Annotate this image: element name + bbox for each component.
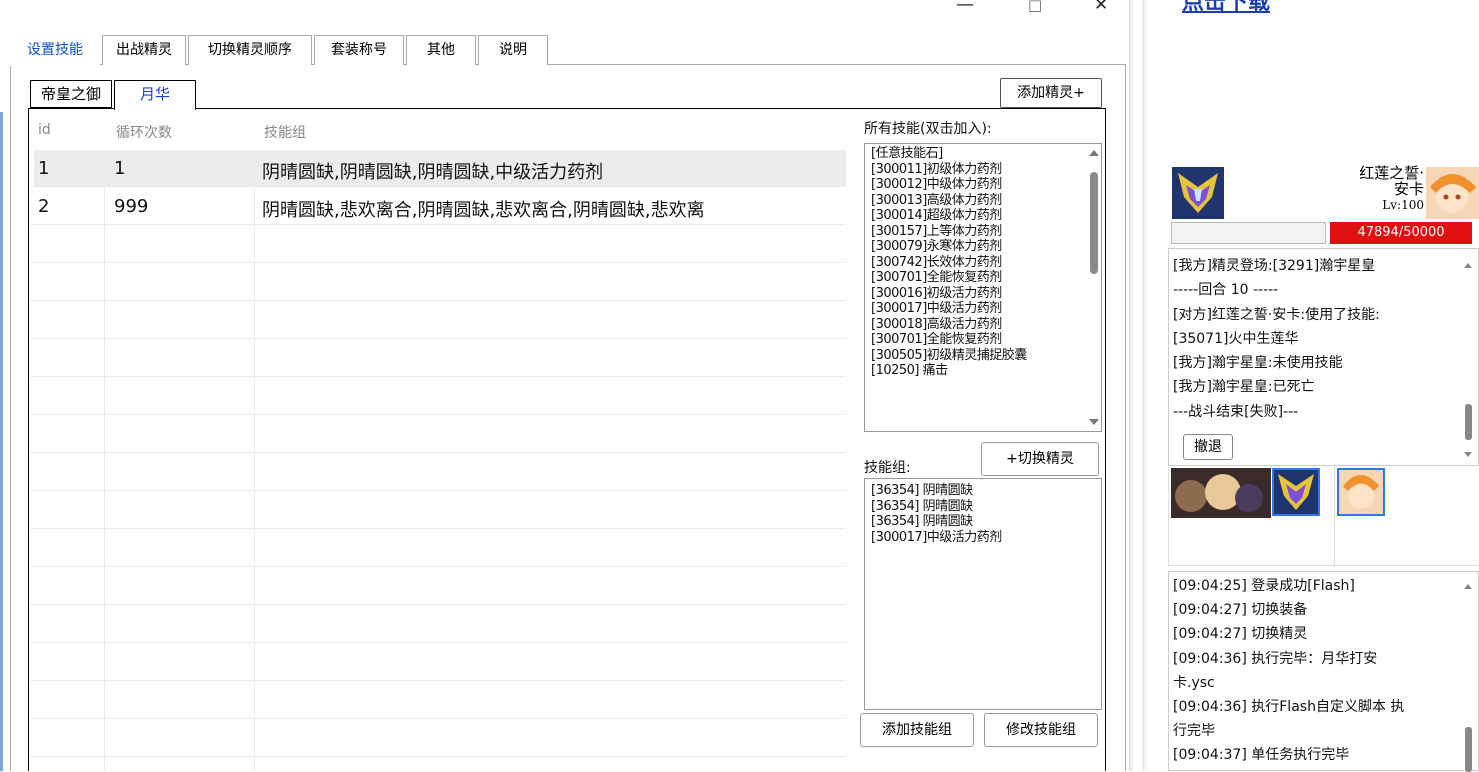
cell-skills: 阴晴圆缺,阴晴圆缺,阴晴圆缺,中级活力药剂 <box>262 162 604 183</box>
enemy-name: 红莲之誓· <box>1359 164 1424 182</box>
log-line: [09:04:36] 执行完毕：月华打安 <box>1173 650 1378 667</box>
cell-loops: 1 <box>114 158 126 179</box>
system-log-scrollbar[interactable] <box>1464 572 1474 772</box>
sprite-thumbnail[interactable] <box>1171 468 1271 518</box>
col-header-skills[interactable]: 技能组 <box>264 122 306 142</box>
list-item[interactable]: [300157]上等体力药剂 <box>865 224 1101 240</box>
list-item[interactable]: [300017]中级活力药剂 <box>865 530 1101 546</box>
scroll-thumb[interactable] <box>1465 727 1472 772</box>
enemy-hp-bar: 47894/50000 <box>1330 222 1472 244</box>
sprite-slots <box>1168 466 1479 566</box>
list-item[interactable]: [300505]初级精灵捕捉胶囊 <box>865 348 1101 364</box>
my-sprite-avatar <box>1172 167 1224 219</box>
list-item[interactable]: [10250] 痛击 <box>865 363 1101 379</box>
add-sprite-button[interactable]: 添加精灵+ <box>1000 78 1102 108</box>
battle-log: [我方]精灵登场:[3291]瀚宇星皇 -----回合 10 ----- [对方… <box>1168 248 1479 466</box>
scroll-up-icon[interactable] <box>1464 263 1472 268</box>
all-skills-label: 所有技能(双击加入): <box>864 121 992 137</box>
column-divider <box>254 150 255 771</box>
log-line: -----回合 10 ----- <box>1173 282 1279 299</box>
list-item[interactable]: [36354] 阴晴圆缺 <box>865 514 1101 530</box>
list-item[interactable]: [300742]长效体力药剂 <box>865 255 1101 271</box>
log-line: [我方]瀚宇星皇:已死亡 <box>1173 379 1315 396</box>
cell-loops: 999 <box>114 196 149 217</box>
column-divider <box>104 150 105 771</box>
list-item[interactable]: [36354] 阴晴圆缺 <box>865 483 1101 499</box>
log-line: [我方]精灵登场:[3291]瀚宇星皇 <box>1173 258 1376 274</box>
tab-set-skills[interactable]: 设置技能 <box>10 35 100 66</box>
all-skills-list[interactable]: [任意技能石] [300011]初级体力药剂 [300012]中级体力药剂 [3… <box>864 143 1102 432</box>
system-log: [09:04:25] 登录成功[Flash] [09:04:27] 切换装备 [… <box>1168 571 1479 772</box>
scroll-down-icon[interactable] <box>1089 419 1099 425</box>
log-line: [09:04:36] 执行Flash自定义脚本 执 <box>1173 699 1405 716</box>
log-line: [09:04:37] 单任务执行完毕 <box>1173 747 1350 764</box>
list-item[interactable]: [300017]中级活力药剂 <box>865 301 1101 317</box>
list-item[interactable]: [300012]中级体力药剂 <box>865 177 1101 193</box>
window-divider <box>1129 0 1133 771</box>
scroll-down-icon[interactable] <box>1464 452 1472 457</box>
close-icon[interactable]: ✕ <box>1094 0 1108 15</box>
download-link[interactable]: 点击下载 <box>1182 0 1270 16</box>
skill-table: id 循环次数 技能组 1 1 阴晴圆缺,阴晴圆缺,阴晴圆缺,中级活力药剂 2 … <box>30 112 846 771</box>
scroll-thumb[interactable] <box>1090 172 1098 274</box>
enemy-sprite-thumbnail[interactable] <box>1337 468 1385 516</box>
skill-group-label: 技能组: <box>864 460 911 476</box>
log-line: [09:04:27] 切换装备 <box>1173 602 1308 619</box>
tab-battle-sprites[interactable]: 出战精灵 <box>102 35 186 65</box>
my-hp-bar <box>1171 222 1326 244</box>
list-item[interactable]: [300701]全能恢复药剂 <box>865 332 1101 348</box>
maximize-icon[interactable]: □ <box>1028 0 1042 14</box>
list-item[interactable]: [300079]永寒体力药剂 <box>865 239 1101 255</box>
tab-suit-title[interactable]: 套装称号 <box>314 35 404 65</box>
scroll-up-icon[interactable] <box>1464 584 1472 589</box>
list-item[interactable]: [300011]初级体力药剂 <box>865 162 1101 178</box>
list-item[interactable]: [300701]全能恢复药剂 <box>865 270 1101 286</box>
list-item[interactable]: [300018]高级活力药剂 <box>865 317 1101 333</box>
list-item[interactable]: [36354] 阴晴圆缺 <box>865 499 1101 515</box>
enemy-sprite-avatar <box>1426 167 1479 219</box>
log-line: [对方]红莲之誓·安卡:使用了技能: <box>1173 306 1380 323</box>
list-item[interactable]: [300016]初级活力药剂 <box>865 286 1101 302</box>
cell-id: 1 <box>38 158 50 179</box>
all-skills-scrollbar[interactable] <box>1087 144 1099 431</box>
edit-skill-group-button[interactable]: 修改技能组 <box>984 713 1098 747</box>
minimize-icon[interactable]: — <box>956 0 974 15</box>
left-edge-border <box>0 112 3 771</box>
scroll-thumb[interactable] <box>1465 404 1472 440</box>
switch-sprite-button[interactable]: +切换精灵 <box>981 442 1099 476</box>
tab-other[interactable]: 其他 <box>406 35 476 65</box>
list-item[interactable]: [任意技能石] <box>865 146 1101 162</box>
log-line: [09:04:27] 切换精灵 <box>1173 626 1308 643</box>
list-item[interactable]: [300014]超级体力药剂 <box>865 208 1101 224</box>
window-divider <box>1143 0 1147 771</box>
cell-id: 2 <box>38 196 50 217</box>
log-line: [35071]火中生莲华 <box>1173 330 1299 347</box>
subtab-emperor[interactable]: 帝皇之御 <box>30 80 112 108</box>
window-controls: — □ ✕ <box>950 0 1120 20</box>
tab-help[interactable]: 说明 <box>478 35 548 65</box>
tab-switch-order[interactable]: 切换精灵顺序 <box>188 35 312 65</box>
skill-group-list[interactable]: [36354] 阴晴圆缺 [36354] 阴晴圆缺 [36354] 阴晴圆缺 [… <box>864 478 1102 710</box>
log-line: 行完毕 <box>1173 723 1215 740</box>
log-line: 卡.ysc <box>1173 674 1215 691</box>
subtab-moonlight[interactable]: 月华 <box>114 80 196 110</box>
battle-log-scrollbar[interactable] <box>1464 249 1474 465</box>
col-header-loops[interactable]: 循环次数 <box>116 122 172 142</box>
retreat-button[interactable]: 撤退 <box>1183 434 1233 460</box>
sprite-thumbnail-selected[interactable] <box>1272 468 1320 516</box>
scroll-up-icon[interactable] <box>1089 150 1099 156</box>
col-header-id[interactable]: id <box>38 122 51 138</box>
log-line: [我方]瀚宇星皇:未使用技能 <box>1173 355 1343 372</box>
log-line: [09:04:25] 登录成功[Flash] <box>1173 578 1355 594</box>
enemy-level: Lv:100 <box>1382 198 1424 212</box>
add-skill-group-button[interactable]: 添加技能组 <box>860 713 974 747</box>
enemy-name-2: 安卡 <box>1393 180 1424 198</box>
log-line: ---战斗结束[失败]--- <box>1173 403 1299 420</box>
cell-skills: 阴晴圆缺,悲欢离合,阴晴圆缺,悲欢离合,阴晴圆缺,悲欢离 <box>262 200 705 221</box>
list-item[interactable]: [300013]高级体力药剂 <box>865 193 1101 209</box>
